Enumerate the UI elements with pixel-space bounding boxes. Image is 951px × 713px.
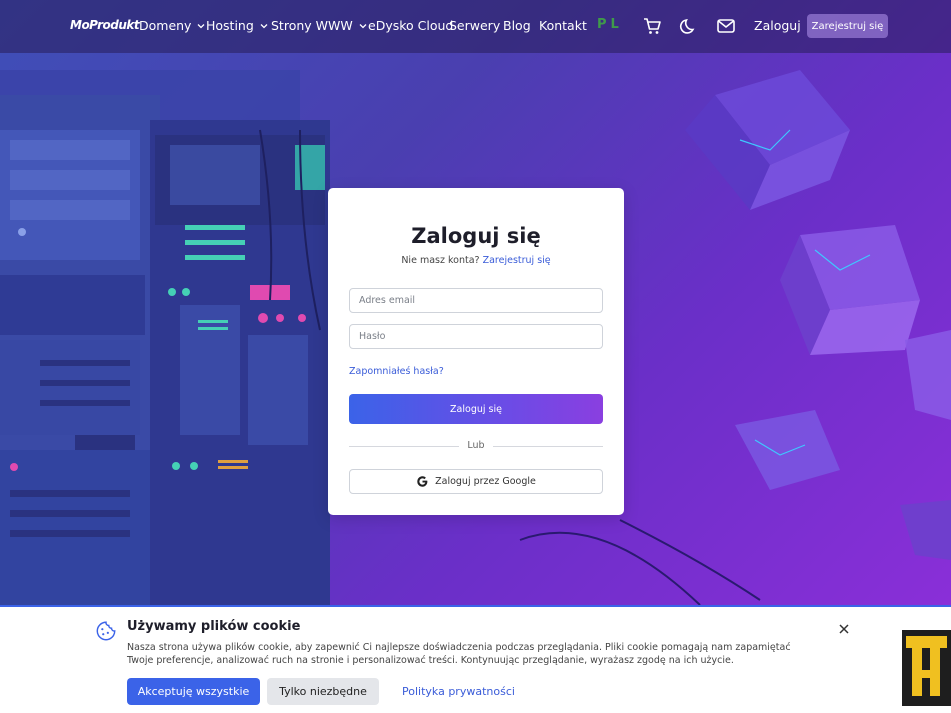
language-switcher[interactable]: PL [597,17,623,32]
cart-icon[interactable] [642,16,662,36]
password-input[interactable] [349,324,603,349]
nav-item-label: Domeny [139,18,192,33]
google-login-label: Zaloguj przez Google [435,476,536,487]
nav-item-serwery[interactable]: Serwery [449,18,500,33]
email-input[interactable] [349,288,603,313]
nav-item-edysko-cloud[interactable]: eDysko Cloud [368,18,453,33]
nav-item-label: eDysko Cloud [368,18,454,33]
login-submit-button[interactable]: Zaloguj się [349,394,603,424]
google-icon [417,476,428,487]
login-subtitle: Nie masz konta? Zarejestruj się [328,255,624,266]
no-account-text: Nie masz konta? [401,255,480,266]
forgot-password-link[interactable]: Zapomniałeś hasła? [349,366,444,377]
mail-icon[interactable] [716,16,736,36]
chevron-down-icon [198,23,205,28]
nav-item-label: Hosting [206,18,254,33]
watermark-badge [902,630,951,713]
chevron-down-icon [260,23,268,28]
nav-item-hosting[interactable]: Hosting [206,18,269,33]
register-button[interactable]: Zarejestruj się [807,14,888,38]
nav-item-label: Blog [503,18,531,33]
cookie-title: Używamy plików cookie [127,619,301,634]
chevron-down-icon [359,23,367,28]
top-navbar: MoProdukt Domeny Hosting Strony WWW eDys… [0,0,951,53]
login-link[interactable]: Zaloguj [754,18,801,33]
nav-item-label: Serwery [449,18,501,33]
nav-item-label: Kontakt [539,18,587,33]
google-login-button[interactable]: Zaloguj przez Google [349,469,603,494]
cookie-banner: Używamy plików cookie Nasza strona używa… [0,605,951,713]
nav-item-kontakt[interactable]: Kontakt [539,18,587,33]
nav-item-strony-www[interactable]: Strony WWW [271,18,368,33]
privacy-policy-link[interactable]: Polityka prywatności [402,685,515,698]
register-link[interactable]: Zarejestruj się [483,255,551,266]
nav-item-label: Strony WWW [271,18,353,33]
close-icon[interactable] [838,623,850,635]
cookie-icon [96,621,116,641]
login-card: Zaloguj się Nie masz konta? Zarejestruj … [328,188,624,515]
or-divider: Lub [349,440,603,452]
divider-line [493,446,603,447]
cookie-description: Nasza strona używa plików cookie, aby za… [127,642,791,666]
brand-logo[interactable]: MoProdukt [70,18,140,32]
essential-only-button[interactable]: Tylko niezbędne [267,678,379,705]
nav-item-blog[interactable]: Blog [503,18,531,33]
accept-all-button[interactable]: Akceptuję wszystkie [127,678,260,705]
moon-icon[interactable] [679,16,699,36]
nav-item-domeny[interactable]: Domeny [139,18,206,33]
login-title: Zaloguj się [411,224,541,248]
